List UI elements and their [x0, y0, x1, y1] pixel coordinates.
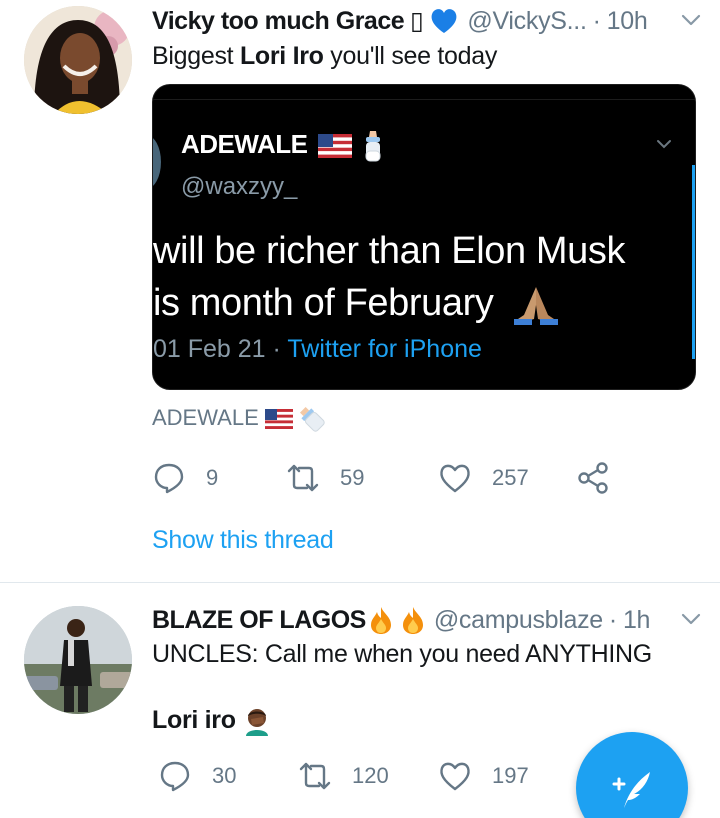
reply-icon — [154, 463, 184, 494]
media-screenshot[interactable]: ADEWALE @waxzyy_ will be richer than Elo… — [152, 84, 696, 390]
blue-heart-emoji — [432, 9, 457, 33]
tweet-text: Biggest Lori Iro you'll see today — [152, 42, 497, 71]
praying-hands-emoji — [513, 286, 558, 325]
retweet-icon — [287, 464, 319, 492]
reply-count: 30 — [212, 763, 237, 788]
avatar[interactable] — [24, 606, 132, 714]
embedded-avatar — [153, 135, 161, 189]
avatar[interactable] — [24, 6, 132, 114]
reply-button[interactable]: 9 — [152, 458, 218, 498]
like-icon — [440, 762, 470, 791]
embedded-text-line-1: will be richer than Elon Musk — [153, 230, 626, 272]
missing-glyph: ▯ — [410, 7, 424, 35]
retweet-count: 120 — [352, 763, 389, 788]
tweet-card[interactable]: Vicky too much Grace ▯ @VickyS... · 10h … — [0, 0, 720, 582]
avatar-photo-icon — [24, 6, 132, 114]
tweet-header: Vicky too much Grace ▯ @VickyS... · 10h — [152, 1, 702, 41]
tweet-text: UNCLES: Call me when you need ANYTHING — [152, 640, 652, 668]
like-count: 257 — [492, 465, 529, 490]
like-icon — [440, 464, 470, 493]
separator-dot: · — [608, 605, 617, 634]
facepalm-emoji — [246, 709, 269, 737]
tweet-text-line-2: Lori iro — [152, 706, 272, 737]
retweet-button[interactable]: 59 — [286, 458, 364, 498]
fire-emoji — [370, 607, 391, 634]
author-handle[interactable]: @VickyS... — [467, 7, 586, 36]
media-caption: ADEWALE — [152, 405, 325, 432]
baby-bottle-emoji — [300, 407, 325, 432]
us-flag-emoji — [264, 409, 293, 430]
like-button[interactable]: 257 — [438, 458, 529, 498]
embedded-text-line-2-text: is month of February — [153, 282, 494, 324]
share-icon — [578, 462, 608, 494]
tweet-text-line-2-text: Lori iro — [152, 706, 236, 734]
author-name[interactable]: Vicky too much Grace — [152, 7, 405, 36]
embedded-text-line-2: is month of February — [153, 277, 625, 329]
like-count: 197 — [492, 763, 529, 788]
like-button[interactable]: 197 — [438, 756, 529, 796]
embedded-author-handle: @waxzyy_ — [181, 173, 298, 200]
tweet-actions: 9 59 257 — [152, 458, 652, 498]
share-button[interactable] — [576, 458, 610, 498]
embedded-author-name: ADEWALE — [181, 129, 385, 163]
embedded-source: Twitter for iPhone — [287, 335, 482, 363]
embedded-date: 01 Feb 21 — [153, 335, 266, 363]
tweet-text-bold: Lori Iro — [239, 42, 324, 70]
tweet-text-prefix: Biggest — [152, 42, 240, 70]
retweet-count: 59 — [340, 465, 365, 490]
media-caption-text: ADEWALE — [152, 405, 259, 430]
reply-icon — [160, 761, 190, 792]
embedded-tweet-meta: 01 Feb 21 · Twitter for iPhone — [153, 335, 482, 364]
chevron-down-icon[interactable] — [680, 9, 702, 31]
reply-button[interactable]: 30 — [158, 756, 236, 796]
scroll-indicator — [692, 165, 695, 359]
media-divider — [153, 99, 695, 100]
chevron-down-icon[interactable] — [680, 608, 702, 630]
timestamp[interactable]: 1h — [623, 606, 651, 635]
reply-count: 9 — [206, 465, 219, 490]
tweet-text-suffix: you'll see today — [323, 42, 498, 70]
embedded-separator: · — [272, 335, 281, 363]
compose-tweet-icon — [612, 772, 650, 808]
baby-bottle-emoji — [365, 131, 381, 162]
retweet-icon — [299, 762, 331, 790]
tweet-header: BLAZE OF LAGOS @campusblaze · 1h — [152, 600, 702, 640]
embedded-author-name-text: ADEWALE — [181, 129, 308, 159]
separator-dot: · — [592, 6, 601, 35]
embedded-tweet-text: will be richer than Elon Musk is month o… — [153, 225, 625, 329]
fire-emoji — [402, 607, 423, 634]
avatar-photo-icon — [24, 606, 132, 714]
author-handle[interactable]: @campusblaze — [434, 606, 603, 635]
timestamp[interactable]: 10h — [607, 7, 648, 36]
author-name[interactable]: BLAZE OF LAGOS — [152, 606, 366, 635]
show-thread-link[interactable]: Show this thread — [152, 526, 334, 555]
us-flag-emoji — [318, 134, 353, 159]
retweet-button[interactable]: 120 — [298, 756, 389, 796]
chevron-down-icon — [657, 140, 671, 149]
